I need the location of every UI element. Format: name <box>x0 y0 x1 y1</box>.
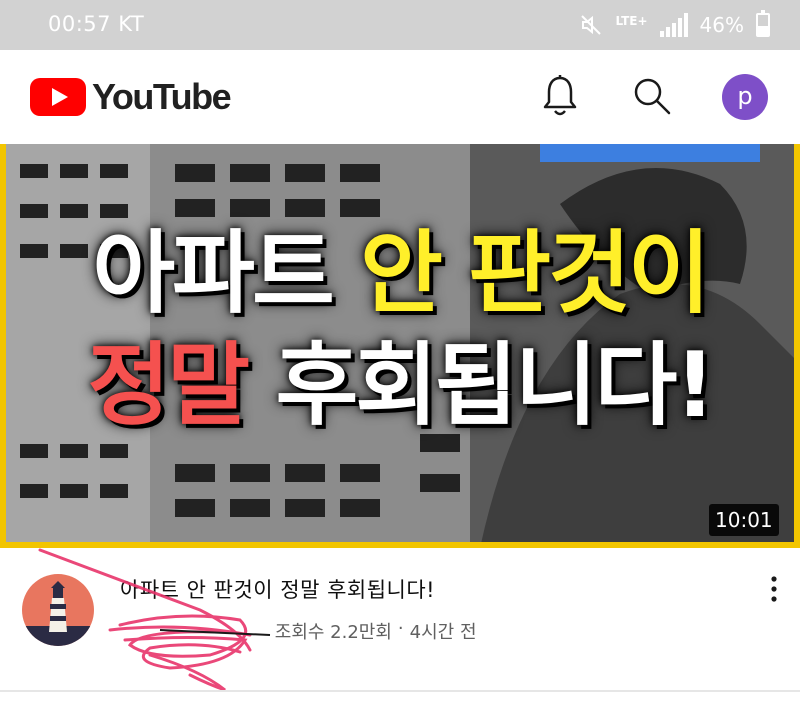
video-subtitle: 조회수 2.2만회 · 4시간 전 <box>120 618 477 644</box>
mute-icon <box>581 15 602 35</box>
search-icon[interactable] <box>632 76 672 116</box>
divider <box>0 690 800 692</box>
video-thumbnail[interactable]: 아파트 안 판것이 정말 후회됩니다! 10:01 <box>0 144 800 548</box>
more-options-icon[interactable] <box>764 574 784 604</box>
thumbnail-frame <box>0 144 800 548</box>
app-bar: YouTube p <box>0 50 800 144</box>
account-avatar[interactable]: p <box>722 74 768 120</box>
upload-age: 4시간 전 <box>409 622 477 643</box>
notification-bell-icon[interactable] <box>540 74 580 118</box>
channel-avatar[interactable] <box>22 574 94 646</box>
youtube-logo[interactable]: YouTube <box>30 76 232 118</box>
channel-name-redacted[interactable] <box>120 618 269 644</box>
status-bar: 00:57 KT LTE+ 46% <box>0 0 800 50</box>
battery-icon <box>756 10 770 37</box>
video-title[interactable]: 아파트 안 판것이 정말 후회됩니다! <box>120 574 435 604</box>
meta-separator: · <box>397 618 404 639</box>
status-time: 00:57 KT <box>48 12 145 36</box>
youtube-play-icon <box>30 78 86 116</box>
signal-icon <box>659 13 688 37</box>
battery-percent: 46% <box>699 13 744 37</box>
logo-text: YouTube <box>92 76 232 117</box>
view-count: 조회수 2.2만회 <box>274 622 392 643</box>
video-duration: 10:01 <box>709 504 779 536</box>
status-icons: LTE+ 46% <box>579 10 770 40</box>
network-type: LTE+ <box>615 14 648 28</box>
video-meta[interactable]: 아파트 안 판것이 정말 후회됩니다! 조회수 2.2만회 · 4시간 전 <box>0 548 800 690</box>
